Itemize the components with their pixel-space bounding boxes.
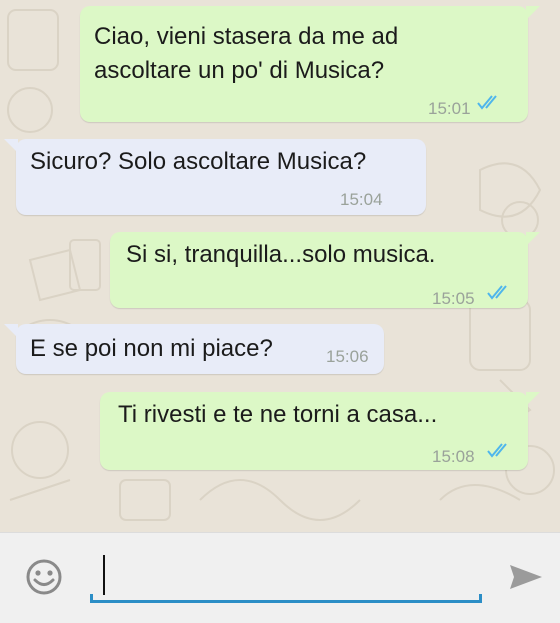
message-text-line: ascoltare un po' di Musica? [94,57,385,84]
chat-area[interactable]: Ciao, vieni stasera da me ad ascoltare u… [0,0,560,532]
input-underline-left-tick [90,594,93,603]
message-input[interactable] [90,547,486,601]
text-caret [103,555,105,595]
read-double-check-icon [487,285,507,300]
message-timestamp: 15:05 [432,289,475,308]
message-bubble-outgoing[interactable]: Si si, tranquilla...solo musica. 15:05 [110,232,540,308]
message-text-line: Si si, tranquilla...solo musica. [126,241,436,268]
read-double-check-icon [477,95,497,110]
input-underline [90,600,482,603]
message-timestamp: 15:06 [326,347,369,366]
send-icon[interactable] [506,557,546,597]
message-text-line: Ciao, vieni stasera da me ad [94,23,399,50]
message-bubble-outgoing[interactable]: Ciao, vieni stasera da me ad ascoltare u… [80,6,540,122]
message-timestamp: 15:08 [432,447,475,466]
smiley-icon[interactable] [24,557,64,597]
message-bubble-outgoing[interactable]: Ti rivesti e te ne torni a casa... 15:08 [100,392,540,470]
message-bubble-incoming[interactable]: Sicuro? Solo ascoltare Musica? 15:04 [4,139,426,215]
message-text-line: Sicuro? Solo ascoltare Musica? [30,148,367,175]
read-double-check-icon [487,443,507,458]
input-underline-right-tick [479,594,482,603]
message-composer [0,532,560,623]
message-timestamp: 15:04 [340,190,383,209]
message-text-line: Ti rivesti e te ne torni a casa... [118,401,438,428]
message-timestamp: 15:01 [428,99,471,118]
message-bubble-incoming[interactable]: E se poi non mi piace? 15:06 [4,324,384,374]
message-text-line: E se poi non mi piace? [30,335,273,362]
